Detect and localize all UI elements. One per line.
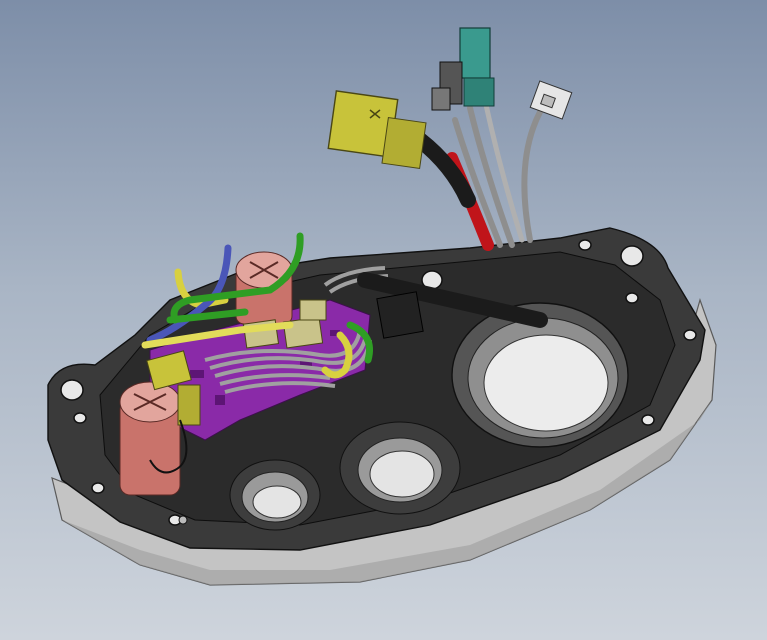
yellow-power-connector (327, 90, 427, 169)
cad-model-drawing (47, 27, 717, 586)
cad-scene (0, 0, 767, 640)
mounting-hole (683, 329, 697, 341)
middle-bearing-bore (339, 421, 461, 515)
mounting-hole (91, 482, 105, 494)
mounting-hole (625, 292, 639, 304)
capacitor-left (119, 381, 181, 496)
mounting-hole (641, 414, 655, 426)
mounting-hole (60, 379, 84, 401)
floor-screw (178, 515, 188, 525)
external-cable-bundle (412, 97, 543, 251)
mounting-hole (620, 245, 644, 267)
teal-connector (459, 27, 495, 107)
floor-connector-block (376, 291, 424, 339)
small-bearing-bore (229, 459, 321, 531)
mounting-hole (578, 239, 592, 251)
cable-grey-4 (521, 109, 543, 243)
dark-connector (431, 61, 463, 111)
mounting-hole (73, 412, 87, 424)
